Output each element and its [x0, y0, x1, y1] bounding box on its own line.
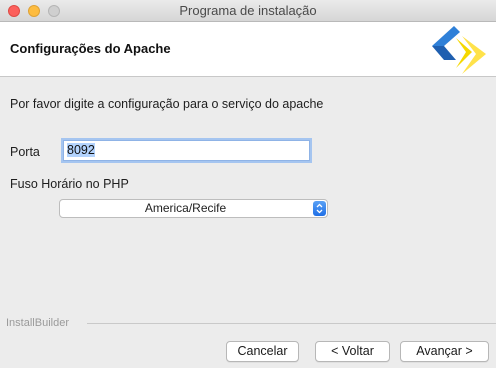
- next-button[interactable]: Avançar >: [400, 341, 489, 362]
- port-input[interactable]: 8092: [63, 140, 310, 161]
- select-arrows-icon: [313, 201, 326, 216]
- window-title: Programa de instalação: [179, 3, 317, 18]
- footer-divider: [87, 323, 496, 324]
- page-header: Configurações do Apache: [0, 22, 496, 77]
- title-bar: Programa de instalação: [0, 0, 496, 22]
- port-label: Porta: [10, 145, 40, 159]
- timezone-label: Fuso Horário no PHP: [10, 177, 129, 191]
- page-title: Configurações do Apache: [10, 41, 171, 56]
- back-button[interactable]: < Voltar: [315, 341, 390, 362]
- installbuilder-brand: InstallBuilder: [6, 317, 69, 329]
- timezone-select[interactable]: America/Recife: [59, 199, 328, 218]
- port-value: 8092: [67, 143, 95, 157]
- cancel-button[interactable]: Cancelar: [226, 341, 299, 362]
- installbuilder-logo-icon: [432, 26, 486, 74]
- description-text: Por favor digite a configuração para o s…: [10, 97, 324, 111]
- timezone-selected-value: America/Recife: [144, 201, 227, 215]
